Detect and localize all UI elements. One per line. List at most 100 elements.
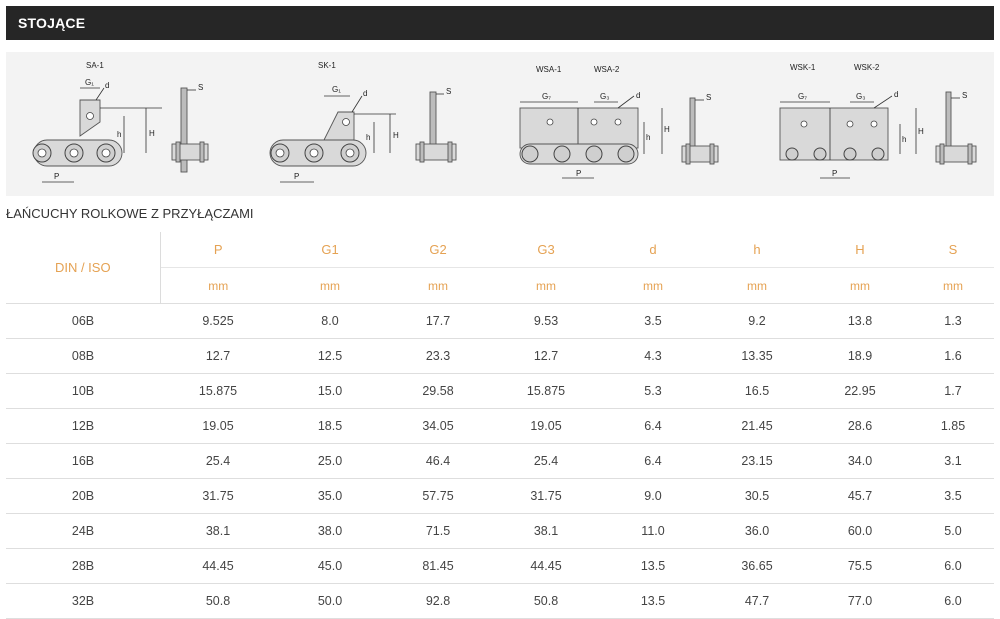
cell-din-iso: 28B (6, 548, 160, 584)
diagram-sa-g: G₁ (85, 78, 94, 87)
cell-H: 22.95 (808, 373, 912, 409)
cell-din-iso: 08B (6, 338, 160, 374)
cell-g1: 12.5 (276, 338, 384, 374)
table-row: 10B 15.875 15.0 29.58 15.875 5.3 16.5 22.95 1.7 (6, 373, 994, 409)
unit-label: mm (706, 267, 808, 304)
table-row: 20B 31.75 35.0 57.75 31.75 9.0 30.5 45.7 3.5 (6, 478, 994, 514)
cell-g1: 50.0 (276, 583, 384, 619)
diagram-wsk-s: S (962, 91, 967, 100)
cell-g1: 38.0 (276, 513, 384, 549)
diagram-sa-H: H (149, 129, 155, 138)
diagram-sk-H: H (393, 131, 399, 140)
unit-label: mm (276, 267, 384, 304)
unit-label: mm (160, 267, 276, 304)
cell-s: 1.6 (912, 338, 994, 374)
cell-d: 3.5 (600, 303, 706, 339)
cell-g2: 71.5 (384, 513, 492, 549)
cell-g1: 35.0 (276, 478, 384, 514)
column-header-g1: G1 (321, 242, 339, 257)
cell-g2: 29.58 (384, 373, 492, 409)
unit-label: mm (912, 267, 994, 304)
diagram-wsk-title2: WSK-2 (854, 63, 880, 72)
cell-H: 77.0 (808, 583, 912, 619)
cell-g3: 50.8 (492, 583, 600, 619)
column-header-g2: G2 (429, 242, 447, 257)
cell-g2: 23.3 (384, 338, 492, 374)
cell-g3: 25.4 (492, 443, 600, 479)
cell-p: 19.05 (160, 408, 276, 444)
cell-g2: 81.45 (384, 548, 492, 584)
cell-g3: 15.875 (492, 373, 600, 409)
cell-p: 38.1 (160, 513, 276, 549)
section-header: STOJĄCE (6, 6, 994, 40)
cell-H: 28.6 (808, 408, 912, 444)
cell-h: 36.0 (706, 513, 808, 549)
diagram-wsk-title1: WSK-1 (790, 63, 816, 72)
cell-s: 6.0 (912, 583, 994, 619)
column-header-h: h (753, 242, 761, 257)
cell-g2: 46.4 (384, 443, 492, 479)
cell-d: 6.4 (600, 408, 706, 444)
cell-g1: 18.5 (276, 408, 384, 444)
cell-g3: 44.45 (492, 548, 600, 584)
cell-H: 13.8 (808, 303, 912, 339)
diagram-wsk-H: H (918, 127, 924, 136)
cell-p: 50.8 (160, 583, 276, 619)
diagram-sa-s: S (198, 83, 203, 92)
diagram-sk-s: S (446, 87, 451, 96)
table-row: 08B 12.7 12.5 23.3 12.7 4.3 13.35 18.9 1.6 (6, 338, 994, 374)
cell-h: 21.45 (706, 408, 808, 444)
cell-d: 9.0 (600, 478, 706, 514)
cell-g1: 25.0 (276, 443, 384, 479)
cell-s: 1.7 (912, 373, 994, 409)
cell-h: 47.7 (706, 583, 808, 619)
unit-label: mm (808, 267, 912, 304)
table-section-title: ŁAŃCUCHY ROLKOWE Z PRZYŁĄCZAMI (6, 206, 254, 221)
cell-H: 18.9 (808, 338, 912, 374)
diagram-wsk-h: h (902, 135, 906, 144)
cell-H: 45.7 (808, 478, 912, 514)
cell-H: 75.5 (808, 548, 912, 584)
cell-p: 44.45 (160, 548, 276, 584)
cell-g1: 15.0 (276, 373, 384, 409)
cell-g3: 31.75 (492, 478, 600, 514)
cell-d: 11.0 (600, 513, 706, 549)
diagram-sk-g: G₁ (332, 85, 341, 94)
cell-p: 9.525 (160, 303, 276, 339)
cell-din-iso: 06B (6, 303, 160, 339)
cell-g2: 17.7 (384, 303, 492, 339)
cell-g2: 92.8 (384, 583, 492, 619)
unit-label: mm (600, 267, 706, 304)
table-row: 24B 38.1 38.0 71.5 38.1 11.0 36.0 60.0 5.0 (6, 513, 994, 549)
diagram-sa: SA-1 G₁ d h H P S (20, 52, 240, 196)
dimensions-table: DIN / ISO P G1 G2 G3 d h H S mm mm mm mm… (6, 232, 994, 619)
diagram-wsk-d: d (894, 90, 898, 99)
column-header-g3: G3 (537, 242, 555, 257)
diagram-wsk: WSK-1 WSK-2 G₇ G₃ d h H P S (774, 52, 994, 196)
diagram-strip: SA-1 G₁ d h H P S SK-1 G₁ d h H P S WSA-… (6, 52, 994, 196)
cell-p: 25.4 (160, 443, 276, 479)
cell-h: 23.15 (706, 443, 808, 479)
cell-d: 4.3 (600, 338, 706, 374)
cell-din-iso: 16B (6, 443, 160, 479)
diagram-wsa-title2: WSA-2 (594, 65, 620, 74)
diagram-sa-h: h (117, 130, 121, 139)
diagram-wsa-s: S (706, 93, 711, 102)
diagram-sk-h: h (366, 133, 370, 142)
cell-h: 36.65 (706, 548, 808, 584)
cell-s: 1.85 (912, 408, 994, 444)
cell-din-iso: 12B (6, 408, 160, 444)
cell-h: 16.5 (706, 373, 808, 409)
diagram-sa-title: SA-1 (86, 61, 104, 70)
column-header-s: S (948, 242, 958, 257)
table-row: 32B 50.8 50.0 92.8 50.8 13.5 47.7 77.0 6.0 (6, 583, 994, 619)
diagram-wsa-g7: G₇ (542, 92, 551, 101)
cell-g1: 8.0 (276, 303, 384, 339)
diagram-sa-p: P (54, 172, 59, 181)
unit-label: mm (492, 267, 600, 304)
diagram-wsa-h: h (646, 133, 650, 142)
column-header-d: d (649, 242, 657, 257)
cell-din-iso: 20B (6, 478, 160, 514)
cell-s: 3.5 (912, 478, 994, 514)
cell-din-iso: 32B (6, 583, 160, 619)
